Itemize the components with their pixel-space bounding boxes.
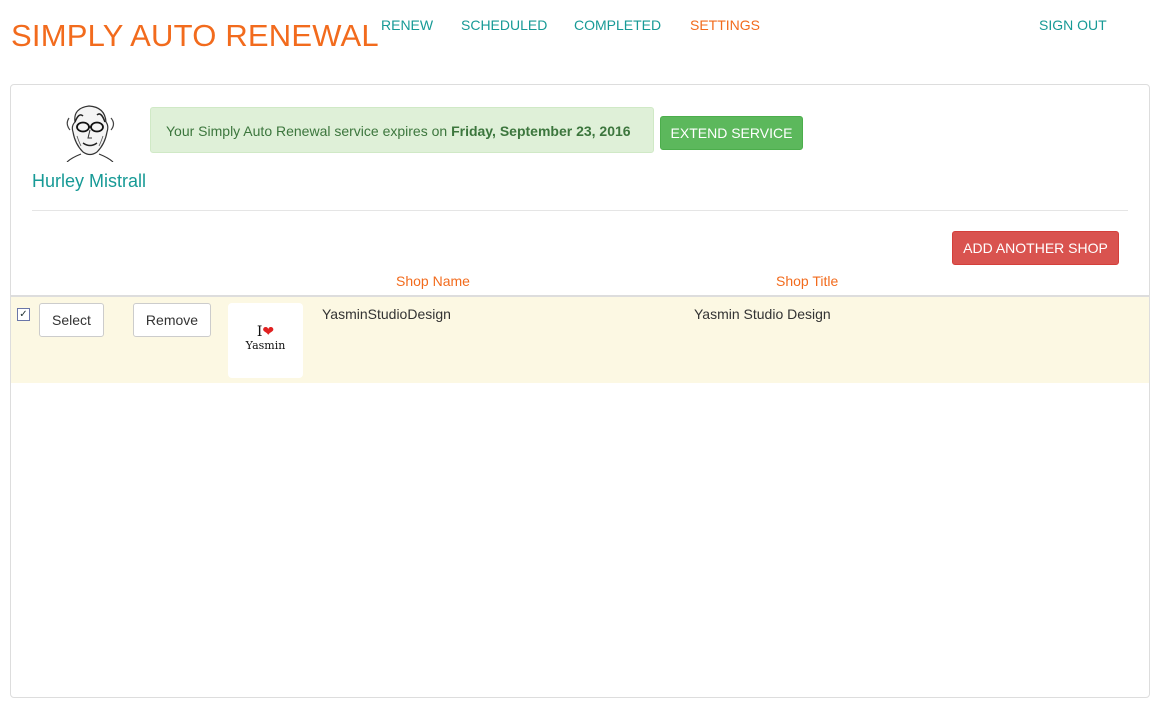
expiry-text: Your Simply Auto Renewal service expires…	[166, 123, 452, 139]
column-header-shop-name: Shop Name	[396, 273, 470, 289]
logo-name: Yasmin	[245, 339, 286, 352]
expiry-date: Friday, September 23, 2016	[451, 123, 631, 139]
nav-renew[interactable]: RENEW	[381, 17, 433, 33]
nav-settings[interactable]: SETTINGS	[690, 17, 760, 33]
user-name: Hurley Mistrall	[32, 171, 147, 191]
table-row: ✓ Select Remove I❤ Yasmin YasminStudioDe…	[11, 297, 1149, 383]
add-shop-button[interactable]: ADD ANOTHER SHOP	[952, 231, 1119, 265]
heart-icon: ❤	[262, 324, 275, 340]
shop-name-cell: YasminStudioDesign	[322, 306, 451, 322]
shop-logo: I❤ Yasmin	[228, 303, 303, 378]
shop-title-cell: Yasmin Studio Design	[694, 306, 831, 322]
column-header-shop-title: Shop Title	[776, 273, 839, 289]
select-button[interactable]: Select	[39, 303, 104, 337]
nav-completed[interactable]: COMPLETED	[574, 17, 661, 33]
app-title: SIMPLY AUTO RENEWAL	[11, 18, 379, 53]
remove-button[interactable]: Remove	[133, 303, 211, 337]
nav-sign-out[interactable]: SIGN OUT	[1039, 17, 1107, 33]
avatar	[61, 102, 119, 163]
nav-scheduled[interactable]: SCHEDULED	[461, 17, 547, 33]
main-panel: Hurley Mistrall Your Simply Auto Renewal…	[10, 84, 1150, 698]
expiry-alert: Your Simply Auto Renewal service expires…	[150, 107, 654, 153]
extend-service-button[interactable]: EXTEND SERVICE	[660, 116, 803, 150]
row-checkbox[interactable]: ✓	[17, 308, 30, 321]
divider	[32, 210, 1128, 211]
